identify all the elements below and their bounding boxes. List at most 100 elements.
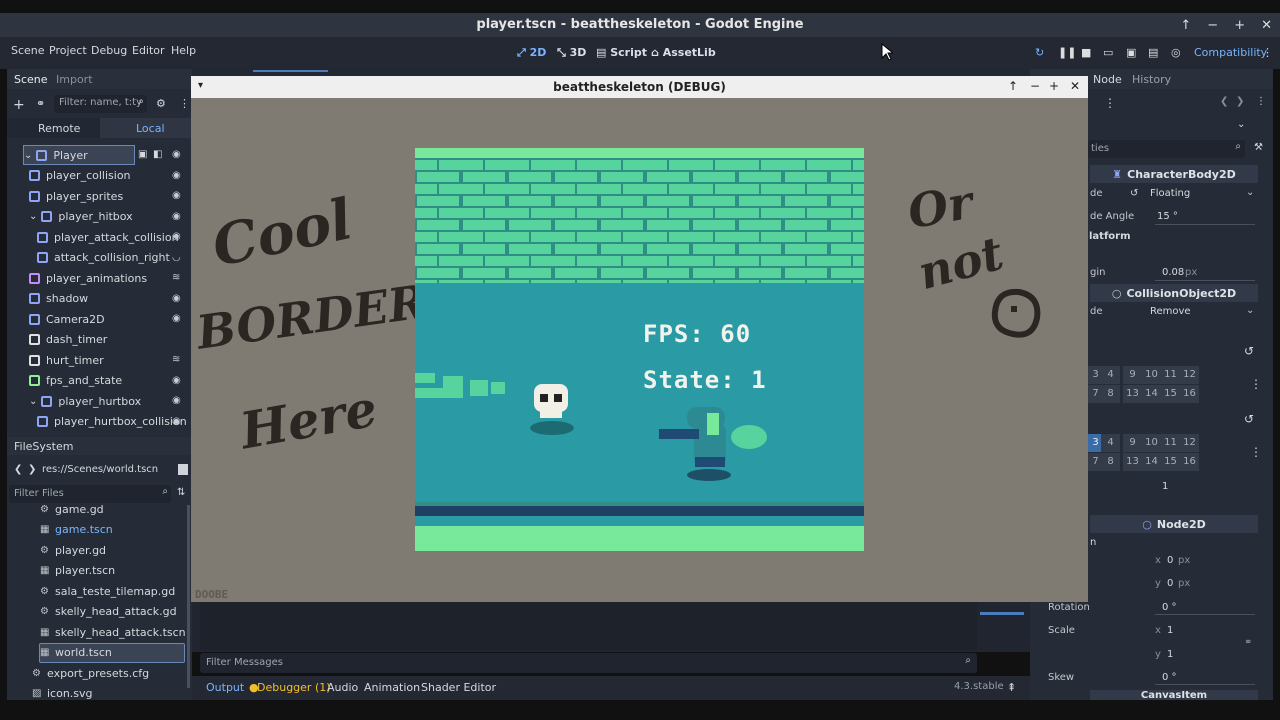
file-list-item[interactable]: ▦ player.tscn bbox=[40, 561, 115, 581]
transform-group-label[interactable]: n bbox=[1090, 537, 1096, 548]
tab-node[interactable]: Node bbox=[1093, 73, 1122, 86]
sort-icon[interactable]: ⇅ bbox=[177, 487, 185, 498]
stop-icon[interactable]: ■ bbox=[1081, 46, 1091, 59]
split-view-icon[interactable] bbox=[178, 464, 188, 475]
layer-bit-cell[interactable]: 8 bbox=[1101, 385, 1120, 403]
close-icon[interactable]: ✕ bbox=[1070, 79, 1080, 93]
collision-priority-value[interactable]: 1 bbox=[1162, 481, 1168, 492]
visibility-eye-icon[interactable]: ◉ bbox=[172, 375, 181, 386]
remote-debug-icon[interactable]: ▭ bbox=[1103, 46, 1113, 59]
scene-tree-item[interactable]: shadow bbox=[29, 289, 192, 309]
file-list-item[interactable]: ⚙ game.gd bbox=[40, 499, 104, 519]
menu-scene[interactable]: Scene bbox=[11, 44, 45, 57]
expand-caret-icon[interactable]: ⌄ bbox=[29, 396, 37, 407]
mask-menu-icon[interactable]: ⋮ bbox=[1250, 445, 1262, 459]
forward-icon[interactable]: ❯ bbox=[28, 464, 36, 475]
layer-bit-cell[interactable]: 16 bbox=[1180, 385, 1199, 403]
layer-bit-cell[interactable]: 15 bbox=[1161, 453, 1180, 471]
visibility-eye-icon[interactable]: ≋ bbox=[172, 272, 180, 283]
chevron-down-icon[interactable]: ⌄ bbox=[1237, 119, 1245, 130]
layer-bit-cell[interactable]: 12 bbox=[1180, 434, 1199, 452]
margin-slider[interactable] bbox=[1155, 280, 1255, 281]
script-attach-icon[interactable]: ⚙ bbox=[156, 97, 166, 110]
scene-tree-item[interactable]: ⌄ player_hitbox bbox=[29, 207, 192, 227]
file-list-item[interactable]: ▦ skelly_head_attack.tscn bbox=[40, 622, 186, 642]
workspace-script-button[interactable]: ▤ Script bbox=[596, 46, 647, 59]
layer-bit-cell[interactable]: 8 bbox=[1101, 453, 1120, 471]
angle-slider[interactable] bbox=[1155, 224, 1255, 225]
minimize-icon[interactable]: − bbox=[1207, 18, 1218, 33]
revert-icon[interactable]: ↺ bbox=[1244, 344, 1254, 358]
scene-tree-item[interactable]: hurt_timer bbox=[29, 350, 192, 370]
visibility-eye-icon[interactable]: ◉ bbox=[172, 231, 181, 242]
rotation-slider[interactable] bbox=[1155, 614, 1255, 615]
close-icon[interactable]: ✕ bbox=[1261, 18, 1272, 33]
layer-bit-cell[interactable]: 10 bbox=[1142, 434, 1161, 452]
section-characterbody2d[interactable]: ♜ CharacterBody2D bbox=[1090, 165, 1258, 183]
position-y-value[interactable]: 0 bbox=[1167, 578, 1173, 589]
tab-import[interactable]: Import bbox=[56, 73, 93, 86]
file-list-item[interactable]: ▨ icon.svg bbox=[32, 684, 93, 704]
section-collisionobject2d[interactable]: ○ CollisionObject2D bbox=[1090, 284, 1258, 302]
revert-icon[interactable]: ↺ bbox=[1244, 412, 1254, 426]
back-icon[interactable]: ❮ bbox=[14, 464, 22, 475]
object-menu-icon[interactable]: ⋮ bbox=[1256, 96, 1266, 107]
layer-bit-cell[interactable]: 13 bbox=[1123, 385, 1142, 403]
layer-bit-cell[interactable]: 4 bbox=[1101, 434, 1120, 452]
scene-tree-item[interactable]: dash_timer bbox=[29, 330, 192, 350]
skew-value[interactable]: 0 ° bbox=[1162, 672, 1177, 683]
scene-tree-item[interactable]: Camera2D bbox=[29, 309, 192, 329]
tab-scene[interactable]: Scene bbox=[14, 73, 48, 86]
file-list-item[interactable]: ⚙ export_presets.cfg bbox=[32, 663, 149, 683]
inspector-filter-input[interactable]: ties ⌕ bbox=[1088, 140, 1245, 158]
keep-above-icon[interactable]: ↑ bbox=[1008, 79, 1018, 93]
layer-bit-cell[interactable]: 14 bbox=[1142, 453, 1161, 471]
remote-tab[interactable]: Remote bbox=[38, 122, 80, 135]
visibility-eye-icon[interactable]: ◉ bbox=[172, 293, 181, 304]
scene-tree-item[interactable]: player_attack_collision bbox=[37, 227, 192, 247]
renderer-select[interactable]: Compatibility bbox=[1194, 46, 1267, 59]
maximize-up-icon[interactable]: ↑ bbox=[1180, 18, 1191, 33]
rotation-value[interactable]: 0 ° bbox=[1162, 602, 1177, 613]
wall-min-slide-angle-value[interactable]: 15 ° bbox=[1157, 211, 1178, 222]
menu-editor[interactable]: Editor bbox=[132, 44, 165, 57]
scale-y-value[interactable]: 1 bbox=[1167, 649, 1173, 660]
layer-bit-cell[interactable]: 14 bbox=[1142, 385, 1161, 403]
scene-tree-item[interactable]: player_animations bbox=[29, 268, 192, 288]
layer-bit-cell[interactable]: 15 bbox=[1161, 385, 1180, 403]
file-list-item[interactable]: ▦ game.tscn bbox=[40, 520, 113, 540]
safe-margin-value[interactable]: 0.08 bbox=[1162, 267, 1184, 278]
visibility-eye-icon[interactable]: ◉ bbox=[172, 170, 181, 181]
minimize-icon[interactable]: − bbox=[1030, 79, 1040, 93]
section-node2d[interactable]: ○ Node2D bbox=[1090, 515, 1258, 533]
layer-bit-cell[interactable]: 12 bbox=[1180, 366, 1199, 384]
layer-menu-icon[interactable]: ⋮ bbox=[1250, 377, 1262, 391]
renderer-dropdown-icon[interactable]: ⋮ bbox=[1262, 46, 1273, 59]
play-scene-icon[interactable]: ▣ bbox=[1126, 46, 1136, 59]
layer-bit-cell[interactable]: 9 bbox=[1123, 434, 1142, 452]
link-icon[interactable]: ⚭ bbox=[36, 97, 45, 110]
maximize-icon[interactable]: + bbox=[1049, 79, 1059, 93]
visibility-eye-icon[interactable]: ◉ bbox=[172, 395, 181, 406]
expand-caret-icon[interactable]: ⌄ bbox=[29, 211, 37, 222]
scene-tree-item[interactable]: attack_collision_right bbox=[37, 248, 192, 268]
expand-caret-icon[interactable]: ⌄ bbox=[24, 150, 32, 161]
menu-project[interactable]: Project bbox=[49, 44, 87, 57]
reload-icon[interactable]: ↻ bbox=[1035, 46, 1044, 59]
maximize-icon[interactable]: + bbox=[1234, 18, 1245, 33]
filter-messages-input[interactable]: Filter Messages ⌕ bbox=[200, 653, 977, 673]
history-forward-icon[interactable]: ❯ bbox=[1236, 96, 1244, 107]
file-list-item[interactable]: ⚙ skelly_head_attack.gd bbox=[40, 602, 177, 622]
script-attached-icon[interactable]: ◧ bbox=[153, 149, 162, 160]
tab-shader-editor[interactable]: Shader Editor bbox=[421, 681, 496, 694]
scene-tree-item[interactable]: ⌄ Player bbox=[23, 145, 135, 165]
window-menu-icon[interactable]: ▾ bbox=[198, 80, 203, 91]
platform-group-label[interactable]: latform bbox=[1089, 231, 1131, 242]
local-tab[interactable]: Local bbox=[136, 122, 165, 135]
filesystem-scrollbar[interactable] bbox=[187, 505, 190, 688]
file-list-item[interactable]: ▦ world.tscn bbox=[40, 643, 112, 663]
disable-mode-select[interactable]: Remove bbox=[1150, 306, 1191, 317]
scene-filter-input[interactable]: Filter: name, t:ty ⌕ bbox=[54, 95, 147, 113]
file-list-item[interactable]: ⚙ sala_teste_tilemap.gd bbox=[40, 581, 175, 601]
filesystem-path[interactable]: res://Scenes/world.tscn bbox=[42, 464, 158, 475]
